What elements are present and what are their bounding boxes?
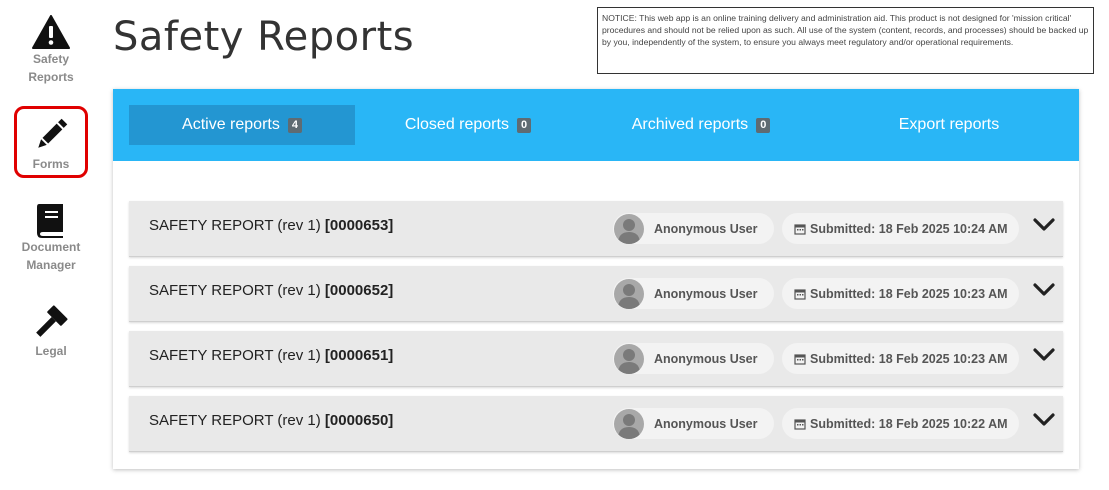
- chevron-down-icon[interactable]: [1033, 412, 1055, 428]
- calendar-icon: [794, 288, 806, 300]
- calendar-icon: [794, 223, 806, 235]
- book-icon: [31, 200, 71, 240]
- calendar-icon: [794, 353, 806, 365]
- submitted-date: Submitted: 18 Feb 2025 10:23 AM: [810, 286, 1008, 301]
- avatar: [614, 408, 644, 439]
- report-id: [0000651]: [324, 347, 394, 364]
- tab-label: Archived reports: [631, 116, 749, 133]
- tab-archived-reports[interactable]: Archived reports 0: [588, 105, 814, 145]
- report-title: SAFETY REPORT (rev 1) [0000652]: [149, 282, 394, 299]
- pencil-icon: [31, 115, 71, 155]
- report-title: SAFETY REPORT (rev 1) [0000653]: [149, 217, 394, 234]
- user-pill: Anonymous User: [613, 278, 774, 309]
- reports-panel: Active reports 4 Closed reports 0 Archiv…: [113, 89, 1079, 469]
- tab-label: Active reports: [182, 116, 280, 133]
- user-pill: Anonymous User: [613, 213, 774, 244]
- tab-label: Closed reports: [404, 116, 509, 133]
- submitted-pill: Submitted: 18 Feb 2025 10:23 AM: [782, 343, 1019, 374]
- user-pill: Anonymous User: [613, 408, 774, 439]
- avatar: [614, 343, 644, 374]
- count-badge: 0: [516, 117, 532, 133]
- chevron-down-icon[interactable]: [1033, 347, 1055, 363]
- submitted-pill: Submitted: 18 Feb 2025 10:22 AM: [782, 408, 1019, 439]
- tab-export-reports[interactable]: Export reports: [836, 105, 1062, 145]
- report-row[interactable]: SAFETY REPORT (rev 1) [0000651] Anonymou…: [129, 331, 1063, 387]
- report-id: [0000653]: [324, 217, 394, 234]
- sidebar-item-safety-reports[interactable]: Safety Reports: [14, 12, 88, 86]
- count-badge: 0: [756, 117, 771, 133]
- page-title: Safety Reports: [113, 14, 415, 60]
- user-name: Anonymous User: [654, 286, 758, 301]
- submitted-date: Submitted: 18 Feb 2025 10:22 AM: [810, 416, 1008, 431]
- tab-closed-reports[interactable]: Closed reports 0: [355, 105, 581, 145]
- submitted-date: Submitted: 18 Feb 2025 10:23 AM: [810, 351, 1008, 366]
- user-name: Anonymous User: [654, 416, 758, 431]
- notice-box: NOTICE: This web app is an online traini…: [597, 7, 1094, 74]
- avatar: [614, 213, 644, 244]
- count-badge: 4: [287, 117, 302, 133]
- tab-bar: Active reports 4 Closed reports 0 Archiv…: [113, 89, 1079, 161]
- chevron-down-icon[interactable]: [1033, 282, 1055, 298]
- report-title: SAFETY REPORT (rev 1) [0000651]: [149, 347, 394, 364]
- report-id: [0000652]: [324, 282, 394, 299]
- sidebar-item-forms[interactable]: Forms: [14, 106, 88, 178]
- sidebar-item-label: Safety Reports: [28, 52, 74, 84]
- sidebar-item-label: Document Manager: [21, 240, 81, 272]
- report-row[interactable]: SAFETY REPORT (rev 1) [0000650] Anonymou…: [129, 396, 1063, 452]
- tab-label: Export reports: [898, 116, 1000, 133]
- gavel-icon: [31, 302, 71, 342]
- report-id: [0000650]: [324, 412, 394, 429]
- submitted-pill: Submitted: 18 Feb 2025 10:24 AM: [782, 213, 1019, 244]
- submitted-pill: Submitted: 18 Feb 2025 10:23 AM: [782, 278, 1019, 309]
- report-title: SAFETY REPORT (rev 1) [0000650]: [149, 412, 394, 429]
- calendar-icon: [794, 418, 806, 430]
- avatar: [614, 278, 644, 309]
- sidebar-item-legal[interactable]: Legal: [14, 302, 88, 360]
- submitted-date: Submitted: 18 Feb 2025 10:24 AM: [810, 221, 1008, 236]
- sidebar-item-label: Legal: [35, 344, 67, 358]
- user-pill: Anonymous User: [613, 343, 774, 374]
- tab-active-reports[interactable]: Active reports 4: [129, 105, 355, 145]
- chevron-down-icon[interactable]: [1033, 217, 1055, 233]
- user-name: Anonymous User: [654, 221, 758, 236]
- sidebar-item-label: Forms: [32, 157, 70, 171]
- report-row[interactable]: SAFETY REPORT (rev 1) [0000653] Anonymou…: [129, 201, 1063, 257]
- warning-icon: [31, 12, 71, 52]
- sidebar-item-document-manager[interactable]: Document Manager: [14, 200, 88, 274]
- sidebar: Safety Reports Forms Document Manager Le…: [0, 0, 104, 490]
- report-row[interactable]: SAFETY REPORT (rev 1) [0000652] Anonymou…: [129, 266, 1063, 322]
- user-name: Anonymous User: [654, 351, 758, 366]
